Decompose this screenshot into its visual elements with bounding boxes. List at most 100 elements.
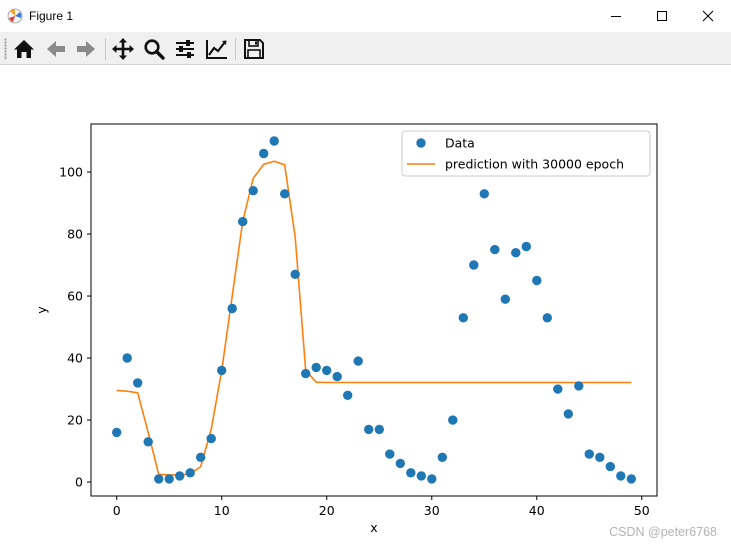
y-tick-label: 0 — [75, 475, 83, 490]
data-point — [364, 424, 374, 435]
maximize-icon — [657, 11, 667, 21]
matplotlib-app-icon — [7, 8, 23, 24]
data-point — [500, 294, 510, 304]
y-tick-label: 40 — [67, 351, 83, 366]
close-icon — [702, 10, 714, 22]
edit-axis-button[interactable] — [204, 36, 230, 62]
figure-canvas: 0 10 20 30 40 50 0 20 40 60 80 100 x y Data prediction … — [0, 65, 731, 548]
data-point — [595, 452, 605, 462]
data-point — [374, 424, 384, 435]
data-point — [406, 468, 416, 478]
data-point — [133, 378, 143, 388]
data-point — [511, 248, 521, 258]
data-point — [248, 186, 258, 196]
y-tick-label: 80 — [67, 227, 83, 242]
data-point — [616, 471, 626, 481]
data-point — [238, 216, 248, 227]
data-point — [143, 437, 153, 447]
y-tick-label: 20 — [67, 413, 83, 428]
subplots-button[interactable] — [172, 36, 198, 62]
data-point — [122, 353, 132, 363]
data-point — [469, 260, 479, 270]
data-point — [553, 384, 563, 394]
legend-label: Data — [445, 136, 475, 151]
data-point — [353, 356, 363, 366]
navigation-toolbar — [0, 33, 731, 65]
subplots-sliders-icon — [176, 40, 194, 58]
window-title: Figure 1 — [29, 9, 74, 23]
data-point — [532, 275, 542, 286]
data-point — [479, 189, 489, 199]
chart-svg: 0 10 20 30 40 50 0 20 40 60 80 100 x y Data prediction … — [34, 123, 658, 535]
data-point — [343, 390, 353, 400]
close-button[interactable] — [685, 0, 731, 32]
window-titlebar: Figure 1 — [0, 0, 731, 33]
data-point — [259, 148, 269, 159]
plot-area-frame — [90, 123, 658, 497]
data-point — [206, 433, 216, 444]
y-tick-label: 60 — [67, 289, 83, 304]
forward-arrow-icon — [77, 41, 95, 57]
data-point — [626, 474, 636, 484]
pan-button[interactable] — [110, 36, 136, 62]
x-tick-label: 20 — [319, 503, 335, 518]
data-point — [301, 368, 311, 379]
data-point — [427, 474, 437, 484]
back-button[interactable] — [43, 36, 69, 62]
data-point — [290, 269, 300, 279]
pan-move-icon — [112, 38, 134, 60]
data-point — [332, 371, 342, 382]
forward-button[interactable] — [73, 36, 99, 62]
x-tick-label: 10 — [214, 503, 230, 518]
x-tick-label: 30 — [424, 503, 440, 518]
data-point — [112, 427, 122, 438]
legend-label: prediction with 30000 epoch — [445, 157, 624, 172]
data-point — [448, 415, 458, 425]
toolbar-separator — [235, 38, 236, 60]
data-point — [542, 313, 552, 323]
x-tick-label: 40 — [529, 503, 545, 518]
data-point — [280, 189, 290, 199]
toolbar-separator — [105, 38, 106, 60]
zoom-button[interactable] — [141, 36, 167, 62]
data-point — [322, 365, 332, 376]
data-point — [574, 381, 584, 391]
x-tick-label: 50 — [634, 503, 650, 518]
watermark-text: CSDN @peter6768 — [609, 525, 717, 539]
data-point — [437, 452, 447, 462]
home-button[interactable] — [11, 36, 37, 62]
data-point — [563, 409, 573, 419]
x-tick-label: 0 — [113, 503, 121, 518]
data-point — [584, 449, 594, 459]
data-point — [217, 365, 227, 376]
minimize-button[interactable] — [593, 0, 639, 32]
maximize-button[interactable] — [639, 0, 685, 32]
data-point — [311, 362, 321, 373]
legend-marker-data — [416, 138, 426, 148]
data-point — [521, 241, 531, 252]
minimize-icon — [611, 16, 621, 17]
x-axis-label: x — [370, 520, 377, 535]
data-point — [196, 452, 206, 462]
edit-axis-curve-icon — [206, 40, 227, 59]
data-point — [164, 474, 174, 484]
toolbar-grip — [4, 38, 7, 60]
data-point — [175, 471, 185, 481]
data-point — [154, 474, 164, 484]
data-point — [416, 471, 426, 481]
y-axis-label: y — [34, 306, 49, 314]
data-point — [269, 136, 279, 146]
zoom-magnifier-icon — [144, 39, 165, 60]
back-arrow-icon — [47, 41, 65, 57]
data-point — [490, 244, 500, 255]
data-point — [385, 449, 395, 459]
save-button[interactable] — [241, 36, 267, 62]
data-point — [458, 313, 468, 323]
data-point — [227, 303, 237, 314]
data-point — [605, 461, 615, 472]
data-point — [185, 468, 195, 478]
y-tick-label: 100 — [59, 165, 83, 180]
save-floppy-icon — [244, 39, 264, 59]
data-point — [395, 458, 405, 469]
home-icon — [14, 40, 34, 58]
